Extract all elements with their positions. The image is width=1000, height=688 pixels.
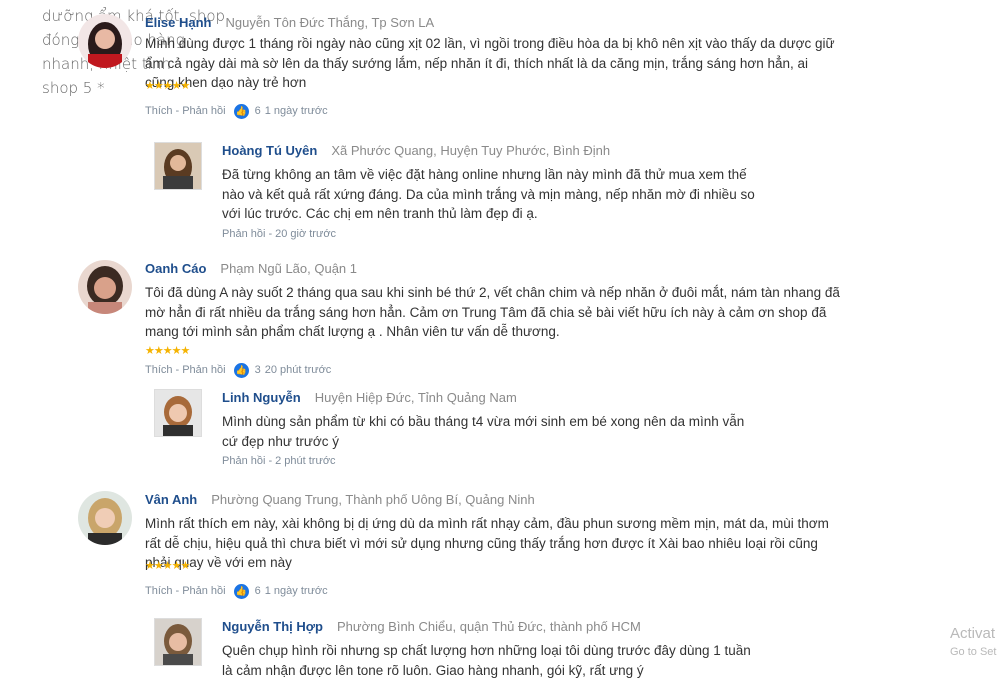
- comment-text: Tôi đã dùng A này suốt 2 tháng qua sau k…: [145, 285, 840, 339]
- commenter-location: Xã Phước Quang, Huyện Tuy Phước, Bình Đị…: [331, 143, 611, 158]
- comment-time: 1 ngày trước: [264, 585, 328, 597]
- comment-actions: Thích - Phản hồi 👍 6 1 ngày trước: [145, 583, 328, 599]
- thumbs-up-icon[interactable]: 👍: [233, 362, 249, 378]
- comment-actions: Phản hồi -20 giờ trước: [222, 227, 337, 240]
- reply-link[interactable]: Phản hồi: [222, 455, 265, 467]
- commenter-name[interactable]: Oanh Cáo: [145, 261, 206, 276]
- watermark-title: Activat: [950, 625, 996, 642]
- comment-text: Quên chụp hình rồi nhưng sp chất lượng h…: [222, 643, 751, 678]
- commenter-name[interactable]: Elise Hạnh: [145, 15, 211, 30]
- like-link[interactable]: Thích: [145, 105, 173, 117]
- like-count: 6: [254, 585, 261, 597]
- commenter-location: Phường Bình Chiểu, quận Thủ Đức, thành p…: [336, 619, 641, 634]
- reply-link[interactable]: Phản hồi: [222, 228, 265, 240]
- thumbs-up-icon[interactable]: 👍: [233, 103, 249, 119]
- comment-time: 20 giờ trước: [275, 227, 337, 240]
- reply-link[interactable]: Phản hồi: [182, 585, 225, 597]
- thumbs-up-icon[interactable]: 👍: [233, 583, 249, 599]
- reply-link[interactable]: Phản hồi: [182, 364, 225, 376]
- activation-watermark: Activat Go to Set: [950, 624, 996, 660]
- commenter-location: Huyện Hiệp Đức, Tỉnh Quảng Nam: [314, 390, 517, 405]
- comment-time: 20 phút trước: [264, 364, 332, 376]
- comment-time: 2 phút trước: [275, 455, 336, 467]
- comment-text: Mình dùng sản phẩm từ khi có bầu tháng t…: [222, 414, 745, 449]
- avatar: [78, 260, 132, 314]
- commenter-location: Nguyễn Tôn Đức Thắng, Tp Sơn LA: [225, 15, 435, 30]
- comment-text: Đã từng không an tâm về việc đặt hàng on…: [222, 167, 755, 221]
- avatar: [154, 618, 202, 666]
- comment-actions: Thích - Phản hồi 👍 3 20 phút trước: [145, 362, 332, 378]
- avatar: [78, 491, 132, 545]
- comment-actions: Thích - Phản hồi 👍 6 1 ngày trước: [145, 103, 328, 119]
- commenter-name[interactable]: Vân Anh: [145, 492, 197, 507]
- commenter-name[interactable]: Linh Nguyễn: [222, 390, 301, 405]
- commenter-name[interactable]: Hoàng Tú Uyên: [222, 143, 317, 158]
- commenter-name[interactable]: Nguyễn Thị Hợp: [222, 619, 323, 634]
- like-count: 6: [254, 105, 261, 117]
- like-count: 3: [254, 364, 261, 376]
- avatar: [78, 14, 132, 68]
- reply-link[interactable]: Phản hồi: [182, 105, 225, 117]
- comment-time: 1 ngày trước: [264, 105, 328, 117]
- like-link[interactable]: Thích: [145, 585, 173, 597]
- avatar: [154, 389, 202, 437]
- comment-actions: Phản hồi -2 phút trước: [222, 455, 336, 467]
- avatar: [154, 142, 202, 190]
- commenter-location: Phường Quang Trung, Thành phố Uông Bí, Q…: [211, 492, 535, 507]
- watermark-subtitle: Go to Set: [950, 646, 997, 658]
- commenter-location: Phạm Ngũ Lão, Quận 1: [220, 261, 357, 276]
- like-link[interactable]: Thích: [145, 364, 173, 376]
- rating-stars: ★★★★★: [145, 344, 190, 357]
